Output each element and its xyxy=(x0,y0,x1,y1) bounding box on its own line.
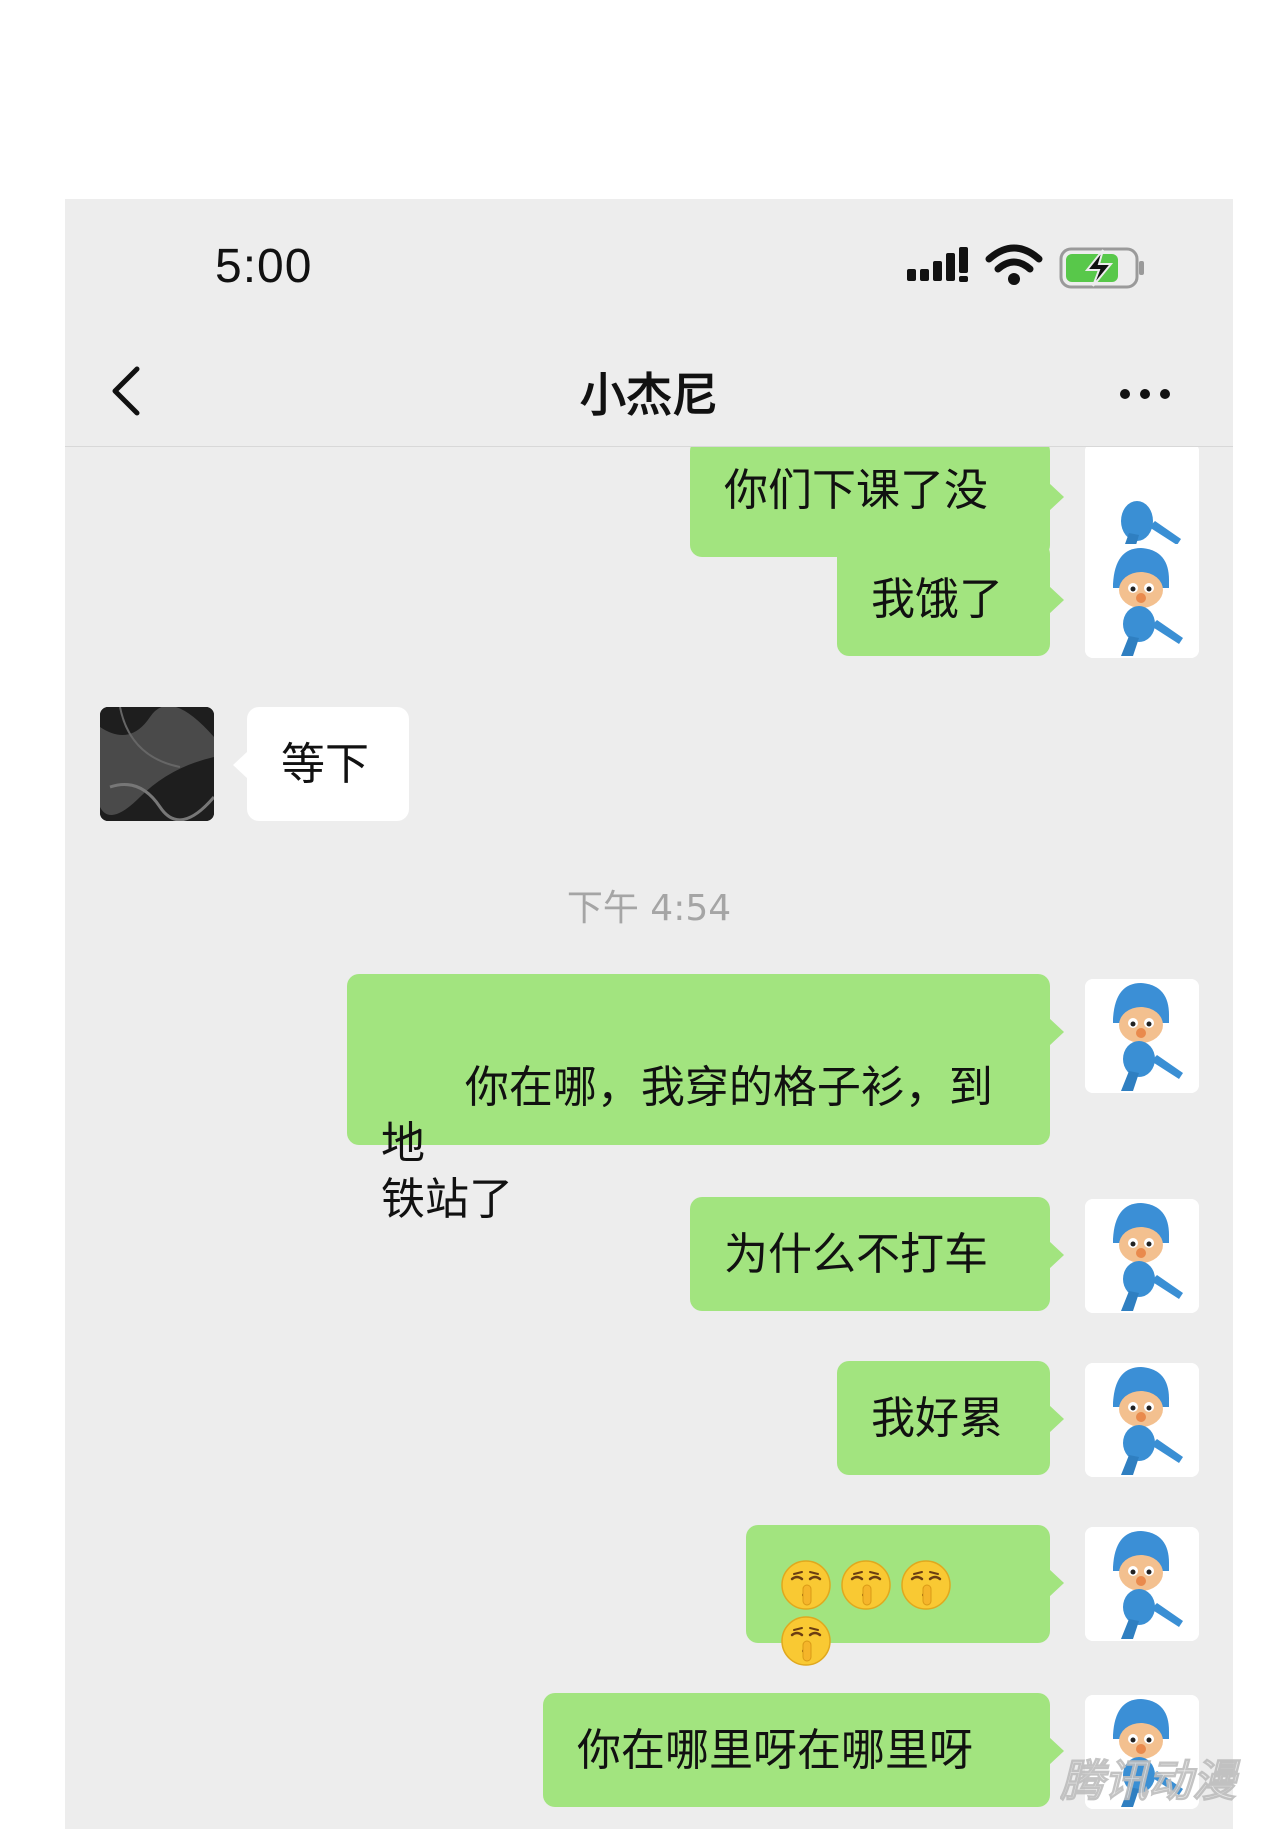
message-text: 等下 xyxy=(281,739,369,790)
chat-screen: 你们下课了没 我饿了 等下 下午 4:54 你在哪，我穿的格子衫，到地 铁站了 … xyxy=(65,199,1233,1829)
message-bubble[interactable]: 为什么不打车 xyxy=(690,1197,1064,1311)
message-text: 你在哪里呀在哪里呀 xyxy=(577,1725,973,1776)
message-text: 你们下课了没 xyxy=(724,465,988,516)
message-bubble[interactable]: 我饿了 xyxy=(837,542,1064,656)
shushing-face-emoji-icon xyxy=(841,1560,891,1610)
message-bubble[interactable] xyxy=(746,1525,1064,1666)
status-bar: 5:00 xyxy=(65,199,1233,329)
cellular-signal-icon xyxy=(907,247,968,282)
message-bubble[interactable]: 你们下课了没 xyxy=(690,439,1064,557)
my-avatar[interactable] xyxy=(1085,1199,1199,1313)
message-text: 为什么不打车 xyxy=(724,1229,988,1280)
shushing-face-emoji-icon xyxy=(781,1616,831,1666)
chat-header: 小杰尼 xyxy=(65,329,1233,447)
message-bubble[interactable]: 等下 xyxy=(233,707,409,821)
svg-text:腾讯动漫: 腾讯动漫 xyxy=(1060,1756,1241,1807)
chat-timestamp: 下午 4:54 xyxy=(566,888,732,929)
contact-avatar[interactable] xyxy=(100,707,214,821)
battery-charging-icon xyxy=(1059,247,1144,289)
message-text: 我饿了 xyxy=(871,574,1003,625)
emoji-row xyxy=(780,1557,960,1666)
shushing-face-emoji-icon xyxy=(901,1560,951,1610)
my-avatar[interactable] xyxy=(1085,443,1199,557)
my-avatar[interactable] xyxy=(1085,544,1199,658)
message-bubble[interactable]: 你在哪，我穿的格子衫，到地 铁站了 xyxy=(347,974,1064,1225)
my-avatar[interactable] xyxy=(1085,1363,1199,1477)
message-text: 我好累 xyxy=(871,1393,1003,1444)
more-options-icon[interactable] xyxy=(1115,379,1185,409)
chat-title: 小杰尼 xyxy=(580,368,718,422)
my-avatar[interactable] xyxy=(1085,1527,1199,1641)
status-time: 5:00 xyxy=(215,240,313,293)
my-avatar[interactable] xyxy=(1085,979,1199,1093)
shushing-face-emoji-icon xyxy=(781,1560,831,1610)
watermark-logo: 腾讯动漫 xyxy=(1059,1750,1260,1810)
message-bubble[interactable]: 我好累 xyxy=(837,1361,1064,1475)
message-bubble[interactable]: 你在哪里呀在哪里呀 xyxy=(543,1693,1064,1807)
wifi-icon xyxy=(985,244,1043,285)
